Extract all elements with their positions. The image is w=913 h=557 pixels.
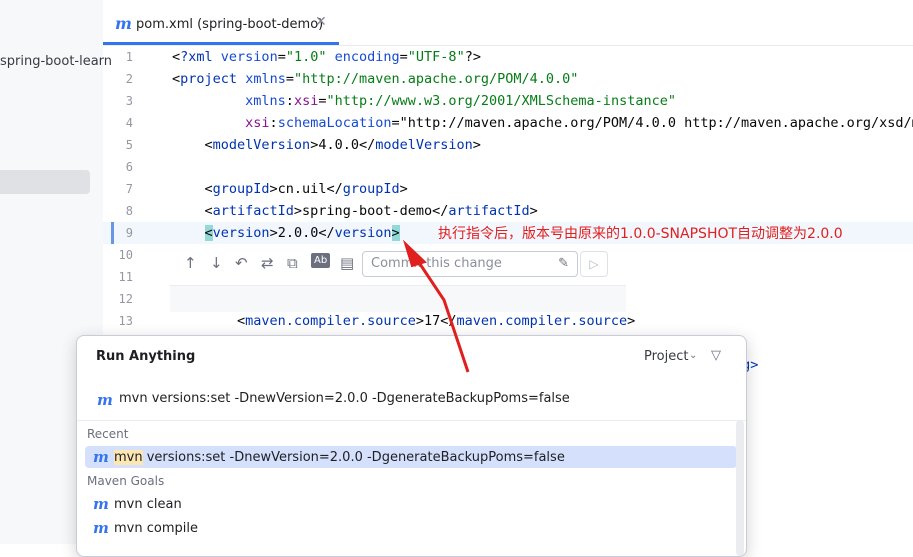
line-number: 4: [125, 116, 133, 130]
scope-dropdown[interactable]: Project: [644, 349, 688, 364]
close-icon[interactable]: ✕: [315, 14, 327, 30]
maven-goal-item[interactable]: m mvn clean: [85, 493, 737, 515]
line-number: 3: [125, 94, 133, 108]
deleted-line-background: [170, 286, 626, 312]
section-header-maven-goals: Maven Goals: [87, 474, 165, 488]
maven-icon: m: [97, 391, 113, 409]
annotation-note: 执行指令后，版本号由原来的1.0.0-SNAPSHOT自动调整为2.0.0: [438, 226, 843, 242]
annotate-icon[interactable]: ▤: [340, 254, 354, 272]
compare-icon[interactable]: ⇄: [261, 254, 274, 272]
code-line[interactable]: <modelVersion>4.0.0</modelVersion>: [172, 137, 481, 153]
line-number: 10: [118, 248, 133, 262]
commit-message-input[interactable]: Commit this change ✎: [362, 251, 578, 277]
maven-icon: m: [93, 495, 109, 513]
arrow-down-icon[interactable]: ↓: [210, 254, 223, 272]
code-line-changed[interactable]: <version>2.0.0</version>: [172, 225, 400, 241]
commit-placeholder: Commit this change: [371, 256, 502, 271]
code-line[interactable]: <artifactId>spring-boot-demo</artifactId…: [172, 203, 538, 219]
code-line[interactable]: xmlns:xsi="http://www.w3.org/2001/XMLSch…: [172, 93, 676, 109]
case-sensitive-icon[interactable]: Ab: [311, 253, 331, 268]
line-number: 5: [125, 138, 133, 152]
rollback-icon[interactable]: ↶: [235, 254, 248, 272]
match-highlight: mvn: [114, 450, 143, 465]
line-number: 12: [118, 292, 133, 306]
editor-tab-bar: m pom.xml (spring-boot-demo) ✕: [103, 0, 913, 46]
line-number: 8: [125, 204, 133, 218]
line-number: 13: [118, 314, 133, 328]
run-anything-popup: Run Anything Project ⌄ ▽ m mvn versions:…: [76, 335, 747, 557]
edit-icon[interactable]: ✎: [558, 252, 569, 276]
project-tree-selected-row[interactable]: [0, 170, 90, 194]
chevron-down-icon[interactable]: ⌄: [689, 350, 697, 361]
code-line[interactable]: <project xmlns="http://maven.apache.org/…: [172, 71, 578, 87]
popup-title: Run Anything: [96, 349, 196, 364]
filter-icon[interactable]: ▽: [711, 348, 721, 363]
maven-goal-item[interactable]: m mvn compile: [85, 517, 737, 539]
run-command-text[interactable]: mvn versions:set -DnewVersion=2.0.0 -Dge…: [119, 391, 570, 406]
line-number: 6: [125, 160, 133, 174]
project-tree-root[interactable]: spring-boot-learn: [0, 54, 112, 69]
code-line[interactable]: <groupId>cn.uil</groupId>: [172, 181, 408, 197]
line-number: 7: [125, 182, 133, 196]
code-line[interactable]: xsi:schemaLocation="http://maven.apache.…: [172, 115, 913, 131]
run-command-input[interactable]: m mvn versions:set -DnewVersion=2.0.0 -D…: [77, 384, 746, 421]
scrollbar[interactable]: [736, 420, 744, 556]
recent-item-text: versions:set -DnewVersion=2.0.0 -Dgenera…: [142, 450, 565, 465]
maven-icon: m: [93, 519, 109, 537]
code-line[interactable]: <maven.compiler.source>17</maven.compile…: [172, 313, 635, 329]
tab-pom-xml[interactable]: m pom.xml (spring-boot-demo) ✕: [103, 0, 339, 45]
recent-item[interactable]: m mvn versions:set -DnewVersion=2.0.0 -D…: [85, 446, 737, 468]
diff-toolbar: ↑ ↓ ↶ ⇄ ⧉ Ab ▤ Commit this change ✎ ▷: [170, 245, 626, 286]
code-line[interactable]: <?xml version="1.0" encoding="UTF-8"?>: [172, 49, 481, 65]
tab-label: pom.xml (spring-boot-demo): [136, 17, 324, 32]
section-header-recent: Recent: [87, 427, 129, 441]
commit-send-button[interactable]: ▷: [580, 251, 608, 277]
line-number: 1: [125, 50, 133, 64]
line-number: 2: [125, 72, 133, 86]
copy-icon[interactable]: ⧉: [287, 254, 298, 272]
maven-goal-label: mvn compile: [114, 521, 198, 536]
line-number: 11: [118, 270, 133, 284]
arrow-up-icon[interactable]: ↑: [184, 254, 197, 272]
active-tab-indicator: [103, 42, 339, 45]
line-number: 9: [125, 226, 133, 240]
maven-goal-label: mvn clean: [114, 497, 182, 512]
maven-icon: m: [93, 448, 109, 466]
maven-icon: m: [115, 14, 132, 33]
